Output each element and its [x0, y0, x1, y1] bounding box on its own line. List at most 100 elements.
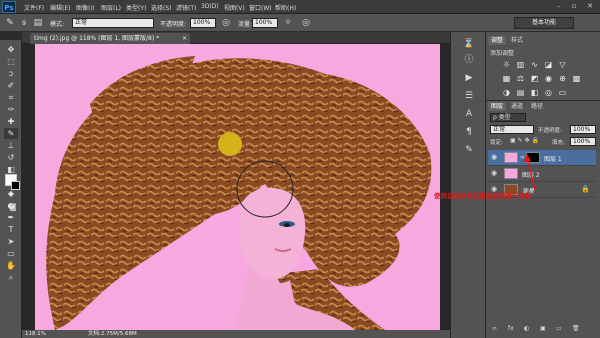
posterize-icon[interactable]: ▤ [516, 88, 525, 97]
exposure-icon[interactable]: ◪ [544, 60, 553, 69]
pen-tool-icon[interactable]: ✒ [4, 212, 18, 223]
quick-select-tool-icon[interactable]: ✐ [4, 80, 18, 91]
layer-style-icon[interactable]: fx [508, 325, 514, 332]
pressure-opacity-icon[interactable]: ◎ [220, 17, 232, 29]
close-tab-icon[interactable]: × [182, 33, 187, 44]
hue-saturation-icon[interactable]: ▦ [502, 74, 511, 83]
move-tool-icon[interactable]: ✥ [4, 44, 18, 55]
menu-3d[interactable]: 3D(D) [201, 3, 219, 10]
document-tab-title: timg (2).jpg @ 118% (图层 1, 图层蒙版/8) * [34, 35, 160, 42]
channel-mixer-icon[interactable]: ⊕ [558, 74, 567, 83]
fill-input[interactable]: 100% [570, 137, 596, 146]
brush-size-value[interactable]: 9 [18, 18, 30, 30]
document-canvas[interactable] [35, 44, 440, 330]
actions-panel-icon[interactable]: ▶ [462, 72, 476, 84]
brush-presets-icon[interactable]: ✎ [462, 144, 476, 156]
adjustment-layer-icon[interactable]: ◐ [524, 325, 529, 332]
eyedropper-tool-icon[interactable]: ✑ [4, 104, 18, 115]
character-panel-icon[interactable]: A [462, 108, 476, 120]
history-brush-icon[interactable]: ↺ [4, 152, 18, 163]
mode-select[interactable]: 正常 [72, 18, 154, 28]
opacity-label: 不透明度: [160, 21, 187, 28]
selective-color-icon[interactable]: ◎ [544, 88, 553, 97]
menu-bar: Ps 文件(F) 编辑(E) 图像(I) 图层(L) 类型(Y) 选择(S) 滤… [0, 0, 600, 14]
healing-tool-icon[interactable]: ✚ [4, 116, 18, 127]
menu-file[interactable]: 文件(F) [24, 3, 44, 12]
menu-view[interactable]: 视图(V) [224, 3, 245, 12]
close-window-icon[interactable]: ✕ [584, 2, 596, 11]
blend-mode-select[interactable]: 正常 [490, 125, 534, 134]
crop-tool-icon[interactable]: ⌗ [4, 92, 18, 103]
lock-label: 锁定: [490, 140, 503, 146]
quick-mask-icon[interactable]: ◙ [6, 202, 20, 213]
layer-opacity-input[interactable]: 100% [570, 125, 596, 134]
document-size-readout[interactable]: 文档:2.75M/5.68M [88, 330, 137, 338]
vibrance-icon[interactable]: ▽ [558, 60, 567, 69]
properties-panel-icon[interactable]: ☰ [462, 90, 476, 102]
brush-tool-icon-active[interactable]: ✎ [4, 128, 18, 139]
background-color-swatch[interactable] [11, 181, 20, 190]
invert-icon[interactable]: ◑ [502, 88, 511, 97]
curves-icon[interactable]: ∿ [530, 60, 539, 69]
info-panel-icon[interactable]: ⓘ [462, 54, 476, 66]
levels-icon[interactable]: ▥ [516, 60, 525, 69]
layer-filter-select[interactable]: ρ 类型 [490, 113, 526, 122]
airbrush-icon[interactable]: ✧ [282, 17, 294, 29]
minimize-icon[interactable]: – [553, 2, 565, 11]
opacity-input[interactable]: 100% [190, 18, 216, 28]
hand-tool-icon[interactable]: ✋ [4, 260, 18, 271]
brush-panel-icon[interactable]: ▤ [32, 17, 44, 29]
marquee-tool-icon[interactable]: ⬚ [4, 56, 18, 67]
shape-tool-icon[interactable]: ▭ [4, 248, 18, 259]
menu-image[interactable]: 图像(I) [76, 3, 94, 12]
visibility-eye-icon[interactable]: ◉ [491, 169, 500, 178]
tab-layers[interactable]: 图层 [488, 102, 507, 111]
menu-edit[interactable]: 编辑(E) [50, 3, 70, 12]
menu-filter[interactable]: 滤镜(T) [176, 3, 196, 12]
brightness-icon[interactable]: ☼ [502, 60, 511, 69]
mode-label: 模式: [50, 21, 65, 28]
menu-layer[interactable]: 图层(L) [101, 3, 121, 12]
color-lookup-icon[interactable]: ▩ [572, 74, 581, 83]
tab-channels[interactable]: 通道 [508, 102, 526, 111]
paragraph-panel-icon[interactable]: ¶ [462, 126, 476, 138]
lasso-tool-icon[interactable]: ↄ [4, 68, 18, 79]
document-tab[interactable]: timg (2).jpg @ 118% (图层 1, 图层蒙版/8) * × [30, 33, 190, 44]
lock-icons[interactable]: ▣ ✎ ✥ 🔒 [510, 137, 539, 144]
pressure-size-icon[interactable]: ◎ [300, 17, 312, 29]
workspace-button[interactable]: 基本功能 [514, 17, 574, 29]
tab-adjustments[interactable]: 调整 [488, 36, 507, 45]
tab-paths[interactable]: 路径 [528, 102, 546, 111]
stamp-tool-icon[interactable]: ⊥ [4, 140, 18, 151]
toolbox: ✥ ⬚ ↄ ✐ ⌗ ✑ ✚ ✎ ⊥ ↺ ◧ ▦ ◆ ◐ ✒ T ➤ ▭ ✋ ⌕ … [0, 40, 22, 338]
flow-input[interactable]: 100% [252, 18, 278, 28]
path-select-icon[interactable]: ➤ [4, 236, 18, 247]
color-balance-icon[interactable]: ⚖ [516, 74, 525, 83]
layer-name[interactable]: 图层 1 [544, 154, 562, 163]
photo-filter-icon[interactable]: ◉ [544, 74, 553, 83]
link-layers-icon[interactable]: ∞ [492, 325, 497, 332]
photo-artwork [46, 56, 432, 330]
photoshop-logo: Ps [2, 1, 16, 13]
add-mask-icon[interactable]: ▣ [540, 325, 546, 332]
menu-select[interactable]: 选择(S) [151, 3, 172, 12]
threshold-icon[interactable]: ◧ [530, 88, 539, 97]
brush-tool-icon[interactable]: ✎ [4, 17, 16, 29]
maximize-icon[interactable]: ▫ [568, 2, 580, 11]
panel-divider [486, 100, 600, 101]
gradient-map-icon[interactable]: ▭ [558, 88, 567, 97]
menu-help[interactable]: 帮助(H) [275, 3, 296, 12]
black-white-icon[interactable]: ◩ [530, 74, 539, 83]
delete-layer-icon[interactable]: 🗑 [572, 325, 580, 332]
new-layer-icon[interactable]: ▭ [556, 325, 562, 332]
menu-type[interactable]: 类型(Y) [126, 3, 146, 12]
zoom-readout[interactable]: 118.1% [25, 330, 46, 338]
history-panel-icon[interactable]: ⌛ [462, 38, 476, 50]
tab-styles[interactable]: 样式 [508, 36, 526, 45]
layer-opacity-label: 不透明度: [538, 128, 562, 134]
menu-window[interactable]: 窗口(W) [249, 3, 272, 12]
visibility-eye-icon[interactable]: ◉ [491, 153, 500, 162]
annotation-text: 使用白色画笔在蒙版脸部进行涂抹 [434, 192, 532, 200]
zoom-tool-icon[interactable]: ⌕ [4, 272, 18, 283]
type-tool-icon[interactable]: T [4, 224, 18, 235]
